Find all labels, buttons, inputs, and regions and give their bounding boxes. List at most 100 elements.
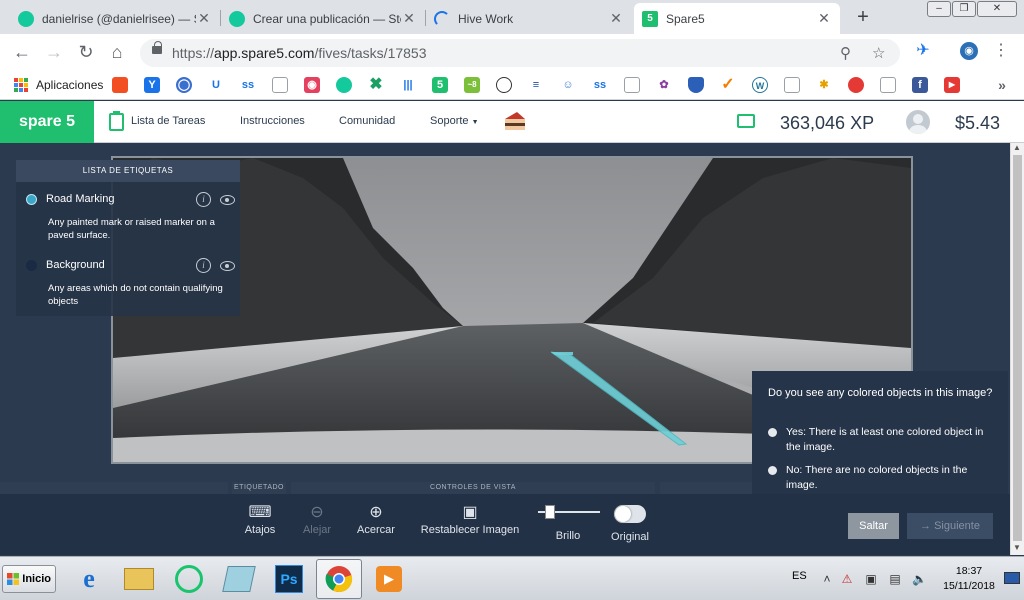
radio-yes[interactable]: [768, 428, 777, 437]
shortcuts-button[interactable]: ⌨ Atajos: [240, 502, 280, 536]
taskbar-media-app[interactable]: ▶: [366, 559, 412, 599]
zoom-in-button[interactable]: ⊕ Acercar: [352, 502, 400, 536]
info-icon[interactable]: i: [196, 192, 211, 207]
zoom-out-button[interactable]: ⊖ Alejar: [297, 502, 337, 536]
show-hidden-icons-chevron-icon[interactable]: ˄: [820, 572, 834, 586]
close-tab-icon[interactable]: ✕: [816, 10, 832, 27]
bookmark-bars-icon[interactable]: |||: [400, 77, 416, 93]
bookmark-microsoft-icon[interactable]: [112, 77, 128, 93]
taskbar-internet-explorer[interactable]: e: [66, 559, 112, 599]
strip-tab-view-controls[interactable]: CONTROLES DE VISTA: [291, 482, 655, 494]
brightness-slider-handle[interactable]: [545, 505, 555, 519]
spare5-logo[interactable]: spare 5: [0, 101, 94, 143]
reload-button[interactable]: ↻: [76, 42, 96, 62]
strip-tab-labeling[interactable]: ETIQUETADO: [232, 482, 286, 494]
eye-icon[interactable]: [220, 195, 235, 205]
bookmark-apps[interactable]: Aplicaciones: [36, 78, 103, 92]
back-button[interactable]: ←: [12, 42, 32, 62]
taskbar-chrome[interactable]: [316, 559, 362, 599]
bookmark-page2-icon[interactable]: [624, 77, 640, 93]
scroll-up-arrow-icon[interactable]: ▲: [1013, 143, 1021, 152]
network-signal-icon[interactable]: ▤: [888, 572, 902, 586]
bookmark-check-icon[interactable]: ✓: [720, 77, 736, 93]
extension-plane-icon[interactable]: ✈: [914, 42, 932, 60]
taskbar-file-explorer[interactable]: [116, 559, 162, 599]
skip-button[interactable]: Saltar: [848, 513, 899, 539]
bookmark-x-icon[interactable]: ✖: [368, 77, 384, 93]
bookmark-page-icon[interactable]: [272, 77, 288, 93]
home-button[interactable]: ⌂: [107, 42, 127, 62]
bookmark-green-icon[interactable]: ~8: [464, 77, 480, 93]
original-toggle[interactable]: [614, 505, 646, 523]
page-scrollbar[interactable]: ▲ ▼: [1010, 143, 1024, 555]
volume-icon[interactable]: 🔈: [912, 572, 927, 586]
bookmark-page4-icon[interactable]: [880, 77, 896, 93]
bookmarks-more-icon[interactable]: »: [994, 77, 1010, 93]
info-icon[interactable]: i: [196, 258, 211, 273]
bookmark-robot-icon[interactable]: ☺: [560, 77, 576, 93]
bookmark-red-icon[interactable]: [848, 77, 864, 93]
forward-button[interactable]: →: [44, 42, 64, 62]
browser-tab-3[interactable]: Hive Work ✕: [426, 3, 632, 34]
user-avatar[interactable]: [906, 110, 930, 134]
device-icon[interactable]: ▣: [864, 572, 878, 586]
bookmark-hive-icon[interactable]: ✱: [816, 77, 832, 93]
security-alert-icon[interactable]: ⚠: [840, 572, 854, 586]
zoom-icon[interactable]: ⚲: [840, 44, 851, 62]
nav-support[interactable]: Soporte ▼: [430, 115, 479, 127]
bookmark-waves-icon[interactable]: ss: [240, 77, 256, 93]
bookmark-globe-icon[interactable]: ◯: [176, 77, 192, 93]
browser-tab-4-active[interactable]: 5 Spare5 ✕: [634, 3, 840, 34]
bookmark-youtube-icon[interactable]: ▶: [944, 77, 960, 93]
close-window-button[interactable]: ✕: [977, 1, 1017, 17]
system-clock[interactable]: 18:37 15/11/2018: [938, 564, 1000, 594]
close-tab-icon[interactable]: ✕: [196, 10, 212, 27]
bookmark-wheel-icon[interactable]: [496, 77, 512, 93]
bookmark-y-icon[interactable]: Y: [144, 77, 160, 93]
radio-no[interactable]: [768, 466, 777, 475]
address-bar[interactable]: https://app.spare5.com/fives/tasks/17853…: [140, 39, 900, 67]
restore-window-button[interactable]: ❐: [952, 1, 976, 17]
next-button[interactable]: → Siguiente: [907, 513, 993, 539]
bookmark-facebook-icon[interactable]: f: [912, 77, 928, 93]
eye-icon[interactable]: [220, 261, 235, 271]
minimize-window-button[interactable]: –: [927, 1, 951, 17]
nav-task-list[interactable]: Lista de Tareas: [131, 115, 205, 127]
scroll-down-arrow-icon[interactable]: ▼: [1013, 543, 1021, 552]
browser-tab-2[interactable]: Crear una publicación — Steem ✕: [221, 3, 425, 34]
label-name: Road Marking: [46, 193, 115, 205]
language-indicator[interactable]: ES: [792, 570, 807, 582]
nav-community[interactable]: Comunidad: [339, 115, 395, 127]
bookmark-camera-icon[interactable]: ◉: [304, 77, 320, 93]
apps-grid-icon[interactable]: [14, 78, 28, 92]
scrollbar-thumb[interactable]: [1013, 155, 1022, 541]
bookmark-stack-icon[interactable]: ≡: [528, 77, 544, 93]
reset-image-button[interactable]: ▣ Restablecer Imagen: [416, 502, 524, 536]
bookmark-shield-icon[interactable]: [688, 77, 704, 93]
cake-icon[interactable]: [503, 110, 527, 132]
taskbar-notes-app[interactable]: [216, 559, 262, 599]
chat-icon[interactable]: [737, 114, 755, 128]
close-tab-icon[interactable]: ✕: [401, 10, 417, 27]
url-text[interactable]: https://app.spare5.com/fives/tasks/17853: [172, 45, 427, 61]
taskbar-photoshop[interactable]: Ps: [266, 559, 312, 599]
profile-avatar-icon[interactable]: ◉: [960, 42, 978, 60]
browser-tab-strip: danielrise (@danielrisee) — St ✕ Crear u…: [0, 0, 1024, 34]
browser-tab-1[interactable]: danielrise (@danielrisee) — St ✕: [10, 3, 220, 34]
nav-instructions[interactable]: Instrucciones: [240, 115, 305, 127]
bookmark-spare5-icon[interactable]: 5: [432, 77, 448, 93]
bookmark-steemit-icon[interactable]: [336, 77, 352, 93]
bookmark-molecule-icon[interactable]: ✿: [656, 77, 672, 93]
browser-menu-icon[interactable]: ⋮: [992, 42, 1010, 60]
brightness-label: Brillo: [555, 530, 581, 542]
bookmark-u-icon[interactable]: U: [208, 77, 224, 93]
new-tab-button[interactable]: +: [852, 6, 874, 28]
close-tab-icon[interactable]: ✕: [608, 10, 624, 27]
bookmark-page3-icon[interactable]: [784, 77, 800, 93]
bookmark-waves2-icon[interactable]: ss: [592, 77, 608, 93]
taskbar-green-app[interactable]: [166, 559, 212, 599]
show-desktop-button[interactable]: [1004, 572, 1020, 584]
start-button[interactable]: Inicio: [2, 565, 56, 593]
bookmark-star-icon[interactable]: ☆: [872, 44, 885, 62]
bookmark-wordpress-icon[interactable]: W: [752, 77, 768, 93]
